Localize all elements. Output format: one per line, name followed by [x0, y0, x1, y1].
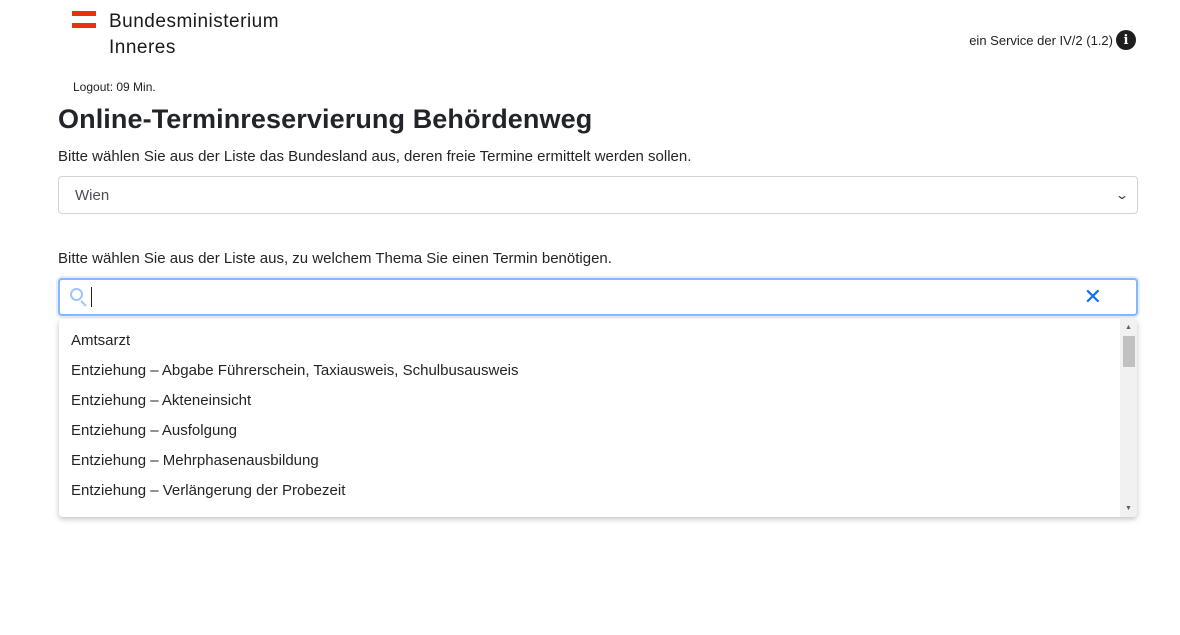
state-prompt: Bitte wählen Sie aus der Liste das Bunde… [58, 148, 692, 165]
info-icon[interactable]: i [1116, 30, 1136, 50]
scroll-thumb[interactable] [1123, 336, 1135, 367]
page-title: Online-Terminreservierung Behördenweg [58, 104, 593, 134]
flag-stripe-top [72, 11, 96, 16]
topic-option[interactable]: Entziehung – Akteneinsicht [59, 391, 1137, 421]
search-icon [70, 288, 88, 307]
topic-option[interactable]: Entziehung – Verlängerung der Probezeit [59, 481, 1137, 511]
scroll-down-arrow-icon[interactable]: ▼ [1120, 500, 1137, 517]
flag-stripe-bottom [72, 23, 96, 28]
state-select[interactable]: Wien ⌄ [58, 176, 1138, 214]
close-icon[interactable]: ✕ [1084, 286, 1102, 308]
topic-option[interactable]: Amtsarzt [59, 331, 1137, 361]
topic-search-input[interactable] [92, 282, 1084, 312]
ministry-logo: Bundesministerium Inneres [72, 9, 279, 61]
topic-option[interactable]: Entziehung – Mehrphasenausbildung [59, 451, 1137, 481]
logo-line-1: Bundesministerium [109, 11, 280, 32]
state-select-value: Wien [75, 186, 110, 204]
topic-option[interactable]: Entziehung – Abgabe Führerschein, Taxiau… [59, 361, 1137, 391]
dropdown-scrollbar[interactable]: ▲ ▼ [1120, 319, 1137, 517]
page: Bundesministerium Inneres ein Service de… [0, 0, 1180, 635]
logo-line-2: Inneres [109, 37, 176, 58]
topic-dropdown[interactable]: Amtsarzt Entziehung – Abgabe Führerschei… [59, 319, 1137, 517]
topic-search-box[interactable]: ✕ [58, 278, 1138, 316]
logo-text: Bundesministerium Inneres [109, 9, 279, 61]
topic-option[interactable]: Entziehung – Ausfolgung [59, 421, 1137, 451]
scroll-up-arrow-icon[interactable]: ▲ [1120, 319, 1137, 336]
service-info: ein Service der IV/2 (1.2) i [969, 30, 1136, 50]
topic-option-list: Amtsarzt Entziehung – Abgabe Führerschei… [59, 319, 1137, 511]
topic-prompt: Bitte wählen Sie aus der Liste aus, zu w… [58, 250, 612, 267]
chevron-down-icon: ⌄ [1114, 188, 1130, 202]
service-text: ein Service der IV/2 (1.2) [969, 32, 1113, 48]
austria-flag-icon [72, 11, 96, 28]
logout-timer: Logout: 09 Min. [73, 80, 156, 94]
